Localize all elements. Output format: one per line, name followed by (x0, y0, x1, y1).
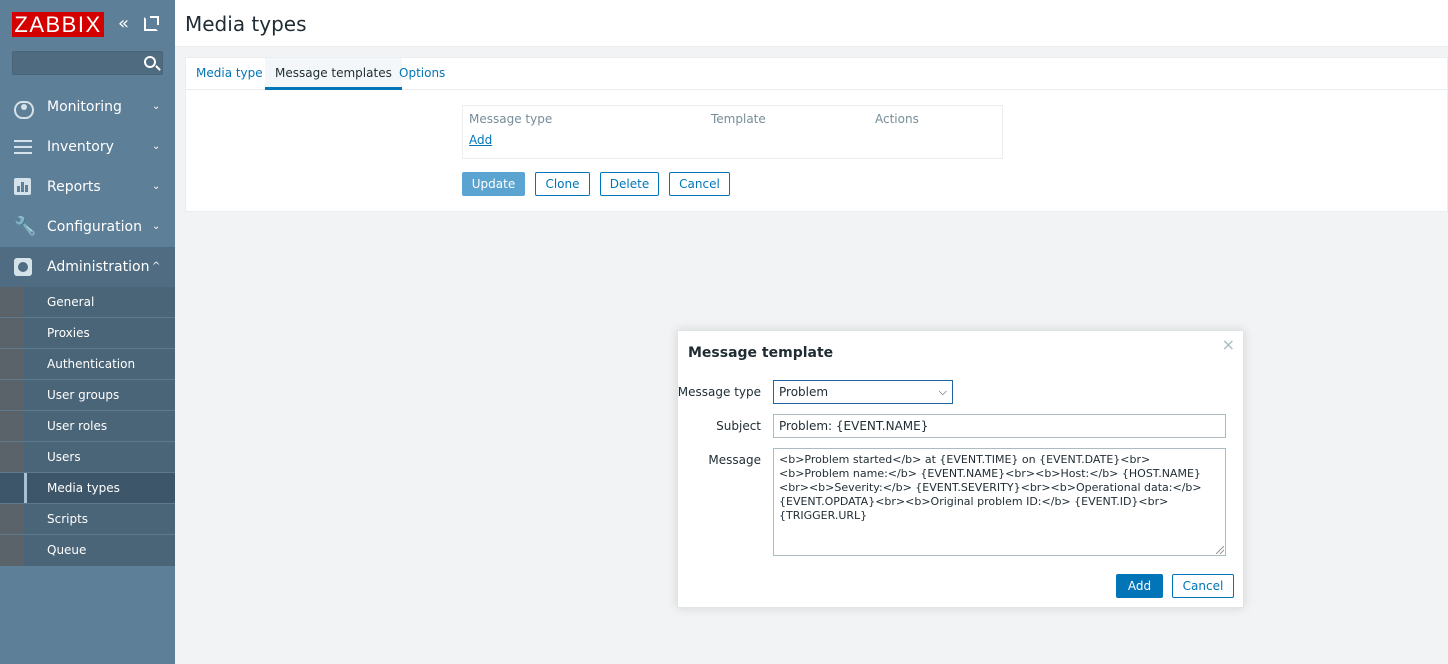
column-header-actions: Actions (875, 112, 919, 126)
search-icon[interactable] (144, 56, 156, 68)
submenu-item-label: Proxies (47, 326, 90, 340)
bar-chart-icon (14, 178, 31, 195)
menu-item-label: Monitoring (47, 99, 122, 115)
submenu-item-label: Queue (47, 543, 87, 557)
dialog-cancel-button[interactable]: Cancel (1172, 574, 1234, 598)
logo-row: ZABBIX « (0, 0, 175, 48)
submenu-item-label: Media types (47, 481, 120, 495)
cancel-button[interactable]: Cancel (669, 172, 730, 196)
tab-message-templates[interactable]: Message templates (265, 58, 402, 90)
update-button[interactable]: Update (462, 172, 525, 196)
submenu-item-label: Users (47, 450, 81, 464)
message-textarea[interactable]: <b>Problem started</b> at {EVENT.TIME} o… (773, 448, 1226, 556)
chevron-down-icon: ⌄ (152, 181, 161, 192)
tab-media-type[interactable]: Media type (186, 58, 273, 90)
administration-submenu: General Proxies Authentication User grou… (0, 287, 175, 566)
submenu-item-authentication[interactable]: Authentication (0, 349, 175, 380)
chevron-down-icon: ⌄ (152, 141, 161, 152)
sidebar: ZABBIX « Monitoring ⌄ Inventory ⌄ Report… (0, 0, 175, 664)
menu-item-reports[interactable]: Reports ⌄ (0, 167, 175, 207)
page-title: Media types (185, 12, 307, 36)
chevron-down-icon: ⌵ (938, 385, 947, 398)
message-label: Message (708, 453, 761, 467)
submenu-item-general[interactable]: General (0, 287, 175, 318)
search-input[interactable] (13, 52, 133, 74)
zabbix-logo[interactable]: ZABBIX (12, 12, 104, 37)
main-menu: Monitoring ⌄ Inventory ⌄ Reports ⌄ 🔧 Con… (0, 87, 175, 566)
column-header-message-type: Message type (469, 112, 553, 126)
submenu-item-scripts[interactable]: Scripts (0, 504, 175, 535)
add-template-link[interactable]: Add (469, 133, 492, 147)
message-text: <b>Problem started</b> at {EVENT.TIME} o… (779, 453, 1202, 522)
subject-label: Subject (716, 419, 761, 433)
submenu-item-label: User groups (47, 388, 120, 402)
menu-item-configuration[interactable]: 🔧 Configuration ⌄ (0, 207, 175, 247)
eye-icon (14, 101, 34, 119)
submenu-item-user-groups[interactable]: User groups (0, 380, 175, 411)
submenu-item-media-types[interactable]: Media types (0, 473, 175, 504)
dialog-add-button[interactable]: Add (1116, 574, 1163, 598)
media-type-form-panel: Media type Message templates Options Mes… (185, 57, 1448, 212)
submenu-item-label: General (47, 295, 95, 309)
submenu-item-user-roles[interactable]: User roles (0, 411, 175, 442)
submenu-item-proxies[interactable]: Proxies (0, 318, 175, 349)
submenu-item-users[interactable]: Users (0, 442, 175, 473)
message-type-label: Message type (677, 385, 761, 399)
wrench-icon: 🔧 (14, 216, 37, 237)
page-header: Media types (175, 0, 1448, 47)
resize-handle-icon[interactable] (1216, 546, 1224, 554)
clone-button[interactable]: Clone (535, 172, 590, 196)
message-template-dialog: Message template × Message type Problem … (677, 330, 1244, 608)
subject-input[interactable]: Problem: {EVENT.NAME} (773, 414, 1226, 438)
submenu-item-label: User roles (47, 419, 108, 433)
chevron-up-icon: ^ (152, 261, 161, 272)
column-header-template: Template (711, 112, 766, 126)
submenu-item-queue[interactable]: Queue (0, 535, 175, 566)
list-icon (14, 138, 34, 156)
menu-item-label: Administration (47, 259, 150, 275)
message-type-value: Problem (779, 385, 829, 399)
menu-item-administration[interactable]: Administration ^ (0, 247, 175, 287)
delete-button[interactable]: Delete (600, 172, 659, 196)
message-type-select[interactable]: Problem ⌵ (773, 380, 953, 404)
submenu-item-label: Scripts (47, 512, 89, 526)
sidebar-search (12, 51, 163, 75)
menu-item-label: Inventory (47, 139, 114, 155)
tab-bar: Media type Message templates Options (186, 58, 1447, 90)
tab-options[interactable]: Options (389, 58, 455, 90)
menu-item-monitoring[interactable]: Monitoring ⌄ (0, 87, 175, 127)
chevron-down-icon: ⌄ (152, 221, 161, 232)
menu-item-label: Reports (47, 179, 101, 195)
chevron-down-icon: ⌄ (152, 101, 161, 112)
message-templates-table: Message type Template Actions Add (462, 105, 1003, 159)
close-icon[interactable]: × (1222, 335, 1235, 354)
menu-item-label: Configuration (47, 219, 142, 235)
menu-item-inventory[interactable]: Inventory ⌄ (0, 127, 175, 167)
kiosk-mode-icon[interactable] (144, 16, 159, 31)
gear-icon (14, 258, 32, 276)
submenu-item-label: Authentication (47, 357, 136, 371)
dialog-title: Message template (688, 345, 834, 361)
collapse-sidebar-icon[interactable]: « (118, 15, 136, 33)
